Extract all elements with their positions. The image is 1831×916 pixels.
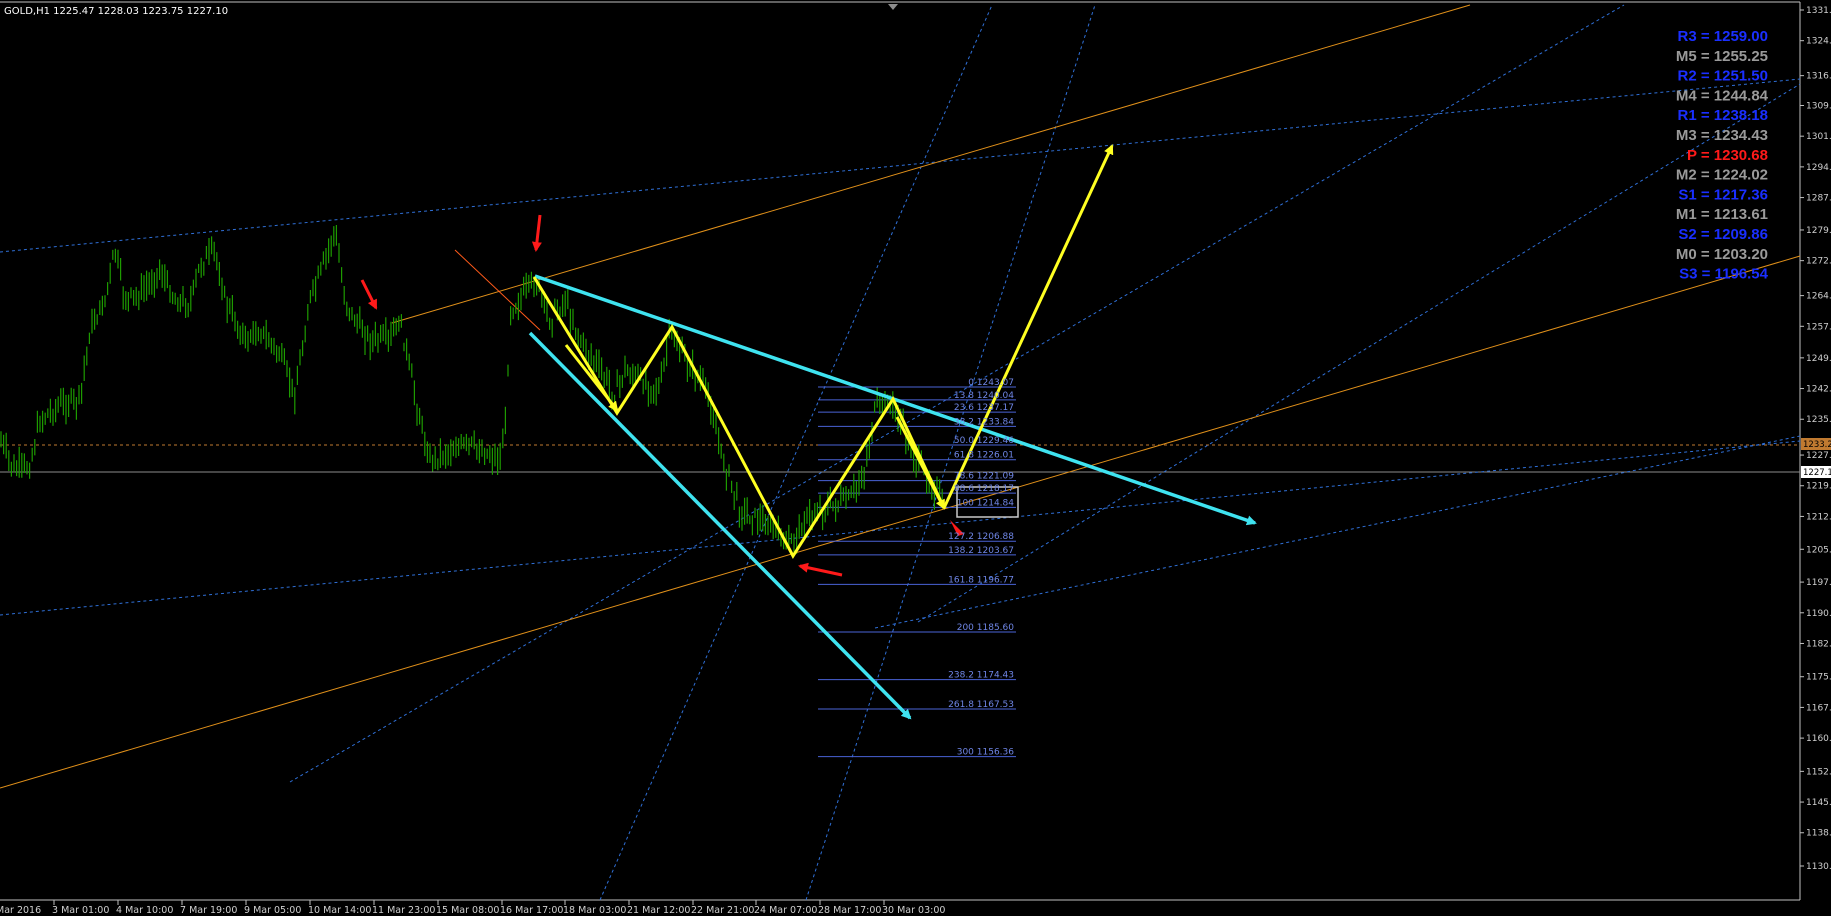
- price-axis-label: 1167.9: [1806, 703, 1831, 713]
- fib-level-label: 38.2 1233.84: [954, 417, 1014, 427]
- price-axis-label: 1324.3: [1806, 37, 1831, 47]
- pivot-level-label: S1 = 1217.36: [1678, 186, 1768, 203]
- cyan-upper-line: [534, 274, 1257, 526]
- pivot-level-label: R1 = 1238.18: [1678, 107, 1769, 124]
- current-price-tag-text: 1227.1: [1803, 468, 1831, 478]
- time-axis-label: 16 Mar 17:00: [500, 905, 563, 916]
- price-axis-label: 1212.7: [1806, 512, 1831, 522]
- fib-level-label: 300 1156.36: [957, 748, 1015, 758]
- price-axis-label: 1331.5: [1806, 6, 1831, 16]
- pivot-level-label: M5 = 1255.25: [1676, 48, 1768, 65]
- time-axis-label: 15 Mar 08:00: [436, 905, 499, 916]
- fib-level-label: 100 1214.84: [957, 498, 1015, 508]
- time-axis-label: 28 Mar 17:00: [818, 905, 881, 916]
- time-axis-label: 30 Mar 03:00: [882, 905, 945, 916]
- symbol-info: GOLD,H1 1225.47 1228.03 1223.75 1227.10: [4, 6, 229, 17]
- price-axis-label: 1160.7: [1806, 734, 1831, 744]
- pivot-level-label: M2 = 1224.02: [1676, 167, 1768, 184]
- pivot-level-label: M3 = 1234.43: [1676, 127, 1768, 144]
- orange-channel: [0, 4, 1801, 789]
- pivot-level-label: P = 1230.68: [1687, 147, 1768, 164]
- fib-level-label: 200 1185.60: [957, 623, 1015, 633]
- red-arrows: [360, 214, 964, 577]
- red-arrow-icon: [798, 562, 843, 577]
- time-axis-label: 9 Mar 05:00: [244, 905, 301, 916]
- price-axis-label: 1235.5: [1806, 415, 1831, 425]
- price-axis-label: 1249.9: [1806, 354, 1831, 364]
- price-axis-label: 1309.1: [1806, 101, 1831, 111]
- price-axis-label: 1197.3: [1806, 578, 1831, 588]
- fib-level-label: 161.8 1196.77: [948, 575, 1014, 585]
- fib-level-label: 23.6 1237.17: [954, 403, 1014, 413]
- pivot-level-label: M0 = 1203.20: [1676, 246, 1768, 263]
- fib-level-label: 0 1243.07: [968, 378, 1014, 388]
- candle-wicks: [0, 225, 943, 555]
- price-axis-label: 1257.3: [1806, 322, 1831, 332]
- fib-level-label: 88.6 1218.17: [954, 484, 1014, 494]
- shift-marker-icon[interactable]: [888, 4, 898, 10]
- pivot-level-label: S2 = 1209.86: [1678, 226, 1768, 243]
- yellow-wave-path: [532, 144, 1114, 559]
- fib-level-label: 261.8 1167.53: [948, 700, 1014, 710]
- reference-lines: [0, 444, 1800, 473]
- price-axis-label: 1294.7: [1806, 163, 1831, 173]
- cyan-channel: [528, 274, 1257, 720]
- time-axis-label: 24 Mar 07:00: [754, 905, 817, 916]
- fib-level-label: 78.6 1221.09: [954, 472, 1014, 482]
- price-axis-label: 1316.1: [1806, 72, 1831, 82]
- fibonacci-labels: 0 1243.07 13.8 1240.04 23.6 1237.17 38.2 12…: [948, 378, 1014, 758]
- price-axis-label: 1264.5: [1806, 292, 1831, 302]
- dashed-level-tag-text: 1233.2: [1803, 440, 1831, 450]
- price-axis-label: 1175.1: [1806, 673, 1831, 683]
- price-axis-label: 1182.9: [1806, 639, 1831, 649]
- time-axis-label: Mar 2016: [0, 905, 41, 916]
- price-axis-label: 1272.7: [1806, 257, 1831, 267]
- price-axis-label: 1205.0: [1806, 545, 1831, 555]
- price-axis-label: 1287.5: [1806, 194, 1831, 204]
- time-axis-label: 21 Mar 12:00: [627, 905, 690, 916]
- time-axis-label: 10 Mar 14:00: [308, 905, 371, 916]
- fib-level-label: 238.2 1174.43: [948, 671, 1014, 681]
- price-axis-label: 1219.9: [1806, 482, 1831, 492]
- price-axis-label: 1279.9: [1806, 226, 1831, 236]
- axis-frame: [0, 1, 1801, 901]
- price-axis-label: 1242.7: [1806, 385, 1831, 395]
- time-axis-label: 18 Mar 03:00: [563, 905, 626, 916]
- pivot-level-label: R3 = 1259.00: [1678, 28, 1769, 45]
- price-axis-label: 1138.5: [1806, 829, 1831, 839]
- fib-level-label: 50.0 1229.46: [954, 436, 1014, 446]
- fib-level-label: 61.8 1226.01: [954, 451, 1014, 461]
- fib-level-label: 138.2 1203.67: [948, 546, 1014, 556]
- fib-level-label: 13.8 1240.04: [954, 391, 1014, 401]
- price-axis-label: 1130.7: [1806, 862, 1831, 872]
- cyan-lower-line: [528, 331, 912, 720]
- chart-window[interactable]: 0 1243.07 13.8 1240.04 23.6 1237.17 38.2 12…: [0, 0, 1831, 916]
- pivot-level-label: S3 = 1196.54: [1679, 266, 1768, 283]
- time-axis-label: 11 Mar 23:00: [372, 905, 435, 916]
- price-axis-label: 1301.9: [1806, 132, 1831, 142]
- blue-dotted-trendlines: [0, 4, 1801, 901]
- pivot-level-label: R2 = 1251.50: [1678, 68, 1769, 85]
- time-axis-label: 3 Mar 01:00: [52, 905, 109, 916]
- time-axis-label: 4 Mar 10:00: [116, 905, 173, 916]
- price-axis-label: 1152.9: [1806, 767, 1831, 777]
- price-axis-label: 1227.1: [1806, 451, 1831, 461]
- time-axis-label: 7 Mar 19:00: [180, 905, 237, 916]
- time-axis: Mar 2016 3 Mar 01:00 4 Mar 10:00 7 Mar 19:0…: [0, 900, 945, 916]
- price-axis-label: 1145.7: [1806, 798, 1831, 808]
- pivot-level-label: M1 = 1213.61: [1676, 206, 1768, 223]
- red-arrow-icon: [360, 279, 378, 310]
- price-axis-label: 1190.1: [1806, 609, 1831, 619]
- candlesticks: [0, 225, 943, 555]
- fib-level-label: 127.2 1206.88: [948, 532, 1014, 542]
- pivot-level-label: M4 = 1244.84: [1676, 87, 1769, 104]
- price-chart[interactable]: 0 1243.07 13.8 1240.04 23.6 1237.17 38.2 12…: [0, 0, 1831, 916]
- pivot-panel: R3 = 1259.00 M5 = 1255.25 R2 = 1251.50 M4 =…: [1676, 28, 1769, 283]
- red-arrow-icon: [531, 214, 542, 252]
- time-axis-label: 22 Mar 21:00: [691, 905, 754, 916]
